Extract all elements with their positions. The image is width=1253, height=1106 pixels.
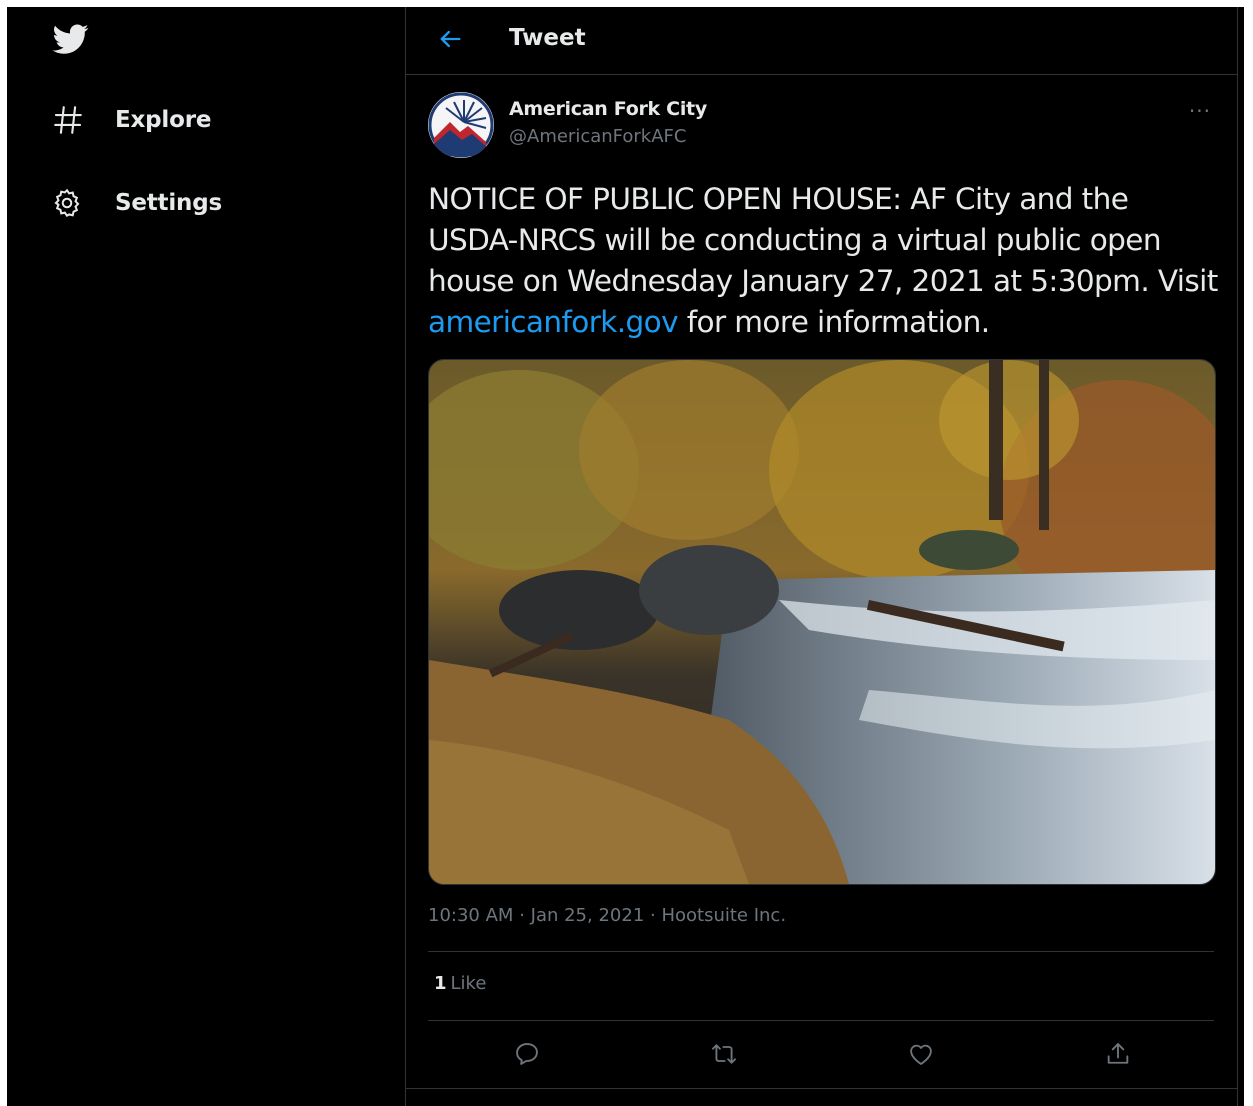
divider [428, 951, 1214, 952]
tweet-text-body: NOTICE OF PUBLIC OPEN HOUSE: AF City and… [428, 182, 1218, 298]
tweet-text: NOTICE OF PUBLIC OPEN HOUSE: AF City and… [428, 179, 1218, 343]
sidebar-item-settings[interactable]: Settings [43, 175, 222, 231]
meta-separator: · [519, 905, 531, 926]
like-count-number: 1 [434, 973, 447, 994]
heart-icon[interactable] [901, 1034, 941, 1074]
twitter-logo-icon[interactable] [51, 21, 91, 57]
divider [428, 1020, 1214, 1021]
page-title: Tweet [509, 25, 586, 51]
likes-count[interactable]: 1 Like [434, 973, 486, 994]
sidebar: Explore Settings [7, 7, 405, 1106]
author-name[interactable]: American Fork City [509, 98, 707, 120]
tweet-date[interactable]: Jan 25, 2021 [531, 905, 645, 926]
tweet-source[interactable]: Hootsuite Inc. [661, 905, 786, 926]
main-column: Tweet American Fork City @AmericanForkAF… [405, 7, 1238, 1106]
gear-icon [43, 187, 99, 219]
share-icon[interactable] [1098, 1034, 1138, 1074]
avatar[interactable] [428, 92, 494, 158]
hashtag-icon [43, 103, 99, 137]
reply-icon[interactable] [507, 1034, 547, 1074]
tweet-photo[interactable] [428, 359, 1216, 885]
sidebar-item-label: Explore [115, 107, 212, 133]
retweet-icon[interactable] [704, 1034, 744, 1074]
tweet-link[interactable]: americanfork.gov [428, 305, 679, 339]
sidebar-item-explore[interactable]: Explore [43, 92, 211, 148]
app-window: Explore Settings Tweet American Fork Cit… [7, 7, 1244, 1106]
like-count-label: Like [450, 973, 487, 994]
page-header: Tweet [406, 7, 1237, 75]
tweet-actions [428, 1034, 1214, 1074]
author-handle[interactable]: @AmericanForkAFC [509, 126, 686, 147]
tweet-time[interactable]: 10:30 AM [428, 905, 513, 926]
tweet-meta: 10:30 AM · Jan 25, 2021 · Hootsuite Inc. [428, 905, 786, 926]
back-arrow-icon[interactable] [434, 25, 466, 53]
meta-separator: · [650, 905, 662, 926]
more-options-icon[interactable]: ··· [1189, 99, 1211, 123]
tweet-text-tail: for more information. [677, 305, 990, 339]
divider [406, 1088, 1237, 1089]
sidebar-item-label: Settings [115, 190, 222, 216]
